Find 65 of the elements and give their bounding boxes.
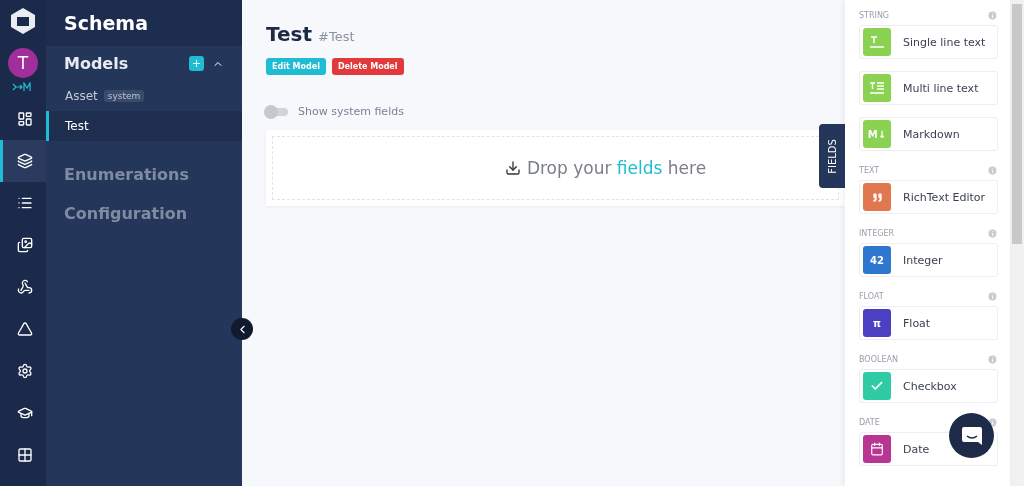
collapse-button[interactable] (231, 318, 253, 340)
model-item[interactable]: Test (46, 111, 242, 141)
toggle-switch[interactable] (266, 107, 288, 116)
group-heading: DATE (859, 418, 880, 427)
quote-icon (871, 191, 883, 203)
field-type-card[interactable]: M↓ Markdown (859, 117, 998, 151)
api-id: #Test (318, 29, 355, 44)
field-type-label: Single line text (903, 35, 986, 49)
list-icon (16, 195, 33, 211)
grid-icon (16, 447, 33, 463)
system-tag: system (103, 90, 145, 102)
field-type-label: Checkbox (903, 379, 957, 393)
scrollbar-thumb[interactable] (1012, 4, 1022, 244)
settings-icon (16, 363, 33, 379)
download-icon (504, 160, 521, 176)
drop-text: Drop your fields here (526, 158, 707, 178)
group-heading: TEXT (859, 166, 880, 175)
field-type-label: Multi line text (903, 81, 979, 95)
model-name: Asset (65, 89, 98, 103)
model-item[interactable]: Asset system (46, 81, 242, 111)
triangle-icon (16, 321, 33, 337)
group-heading: FLOAT (859, 292, 884, 301)
field-type-card[interactable]: π Float (859, 306, 998, 340)
field-type-label: Markdown (903, 127, 960, 141)
field-type-label: Float (903, 316, 931, 330)
merge-icon (12, 82, 34, 92)
icon-glyph: 42 (870, 254, 884, 266)
group-heading: BOOLEAN (859, 355, 898, 364)
group-heading: INTEGER (859, 229, 895, 238)
delete-button[interactable]: Delete Model (331, 58, 404, 75)
icon-glyph: π (873, 317, 881, 329)
field-type-card[interactable]: Checkbox (859, 369, 998, 403)
field-type-card[interactable]: Single line text (859, 25, 998, 59)
section-heading[interactable]: Models (64, 54, 129, 73)
check-icon (870, 379, 884, 393)
add-model-button[interactable] (189, 56, 204, 71)
toggle-label: Show system fields (298, 105, 404, 118)
field-type-label: Date (903, 442, 930, 456)
model-name: Test (65, 119, 89, 133)
logo-icon (8, 6, 38, 36)
dashboard-icon (16, 111, 33, 127)
user-avatar[interactable]: T (8, 48, 38, 78)
model-title: Test (266, 22, 312, 46)
chat-icon (960, 425, 983, 446)
graduation-cap-icon (16, 405, 33, 421)
icon-glyph: M↓ (867, 128, 887, 140)
text-line-icon (869, 35, 885, 49)
section-heading[interactable]: Enumerations (64, 165, 189, 184)
chat-button[interactable] (949, 413, 994, 458)
field-type-card[interactable]: RichText Editor (859, 180, 998, 214)
field-type-card[interactable]: Multi line text (859, 71, 998, 105)
sidebar-title: Schema (46, 0, 242, 46)
layers-icon (16, 153, 33, 169)
calendar-icon (870, 442, 884, 456)
section-heading[interactable]: Configuration (64, 204, 188, 223)
nav-item[interactable] (0, 140, 46, 182)
field-type-label: Integer (903, 253, 943, 267)
text-lines-icon (869, 81, 885, 95)
group-heading: STRING (859, 11, 890, 20)
webhook-icon (16, 279, 33, 295)
plus-icon (191, 58, 202, 69)
fields-tab[interactable]: FIELDS (819, 124, 845, 188)
field-type-label: RichText Editor (903, 190, 986, 204)
field-type-card[interactable]: 42 Integer (859, 243, 998, 277)
images-icon (16, 237, 33, 253)
